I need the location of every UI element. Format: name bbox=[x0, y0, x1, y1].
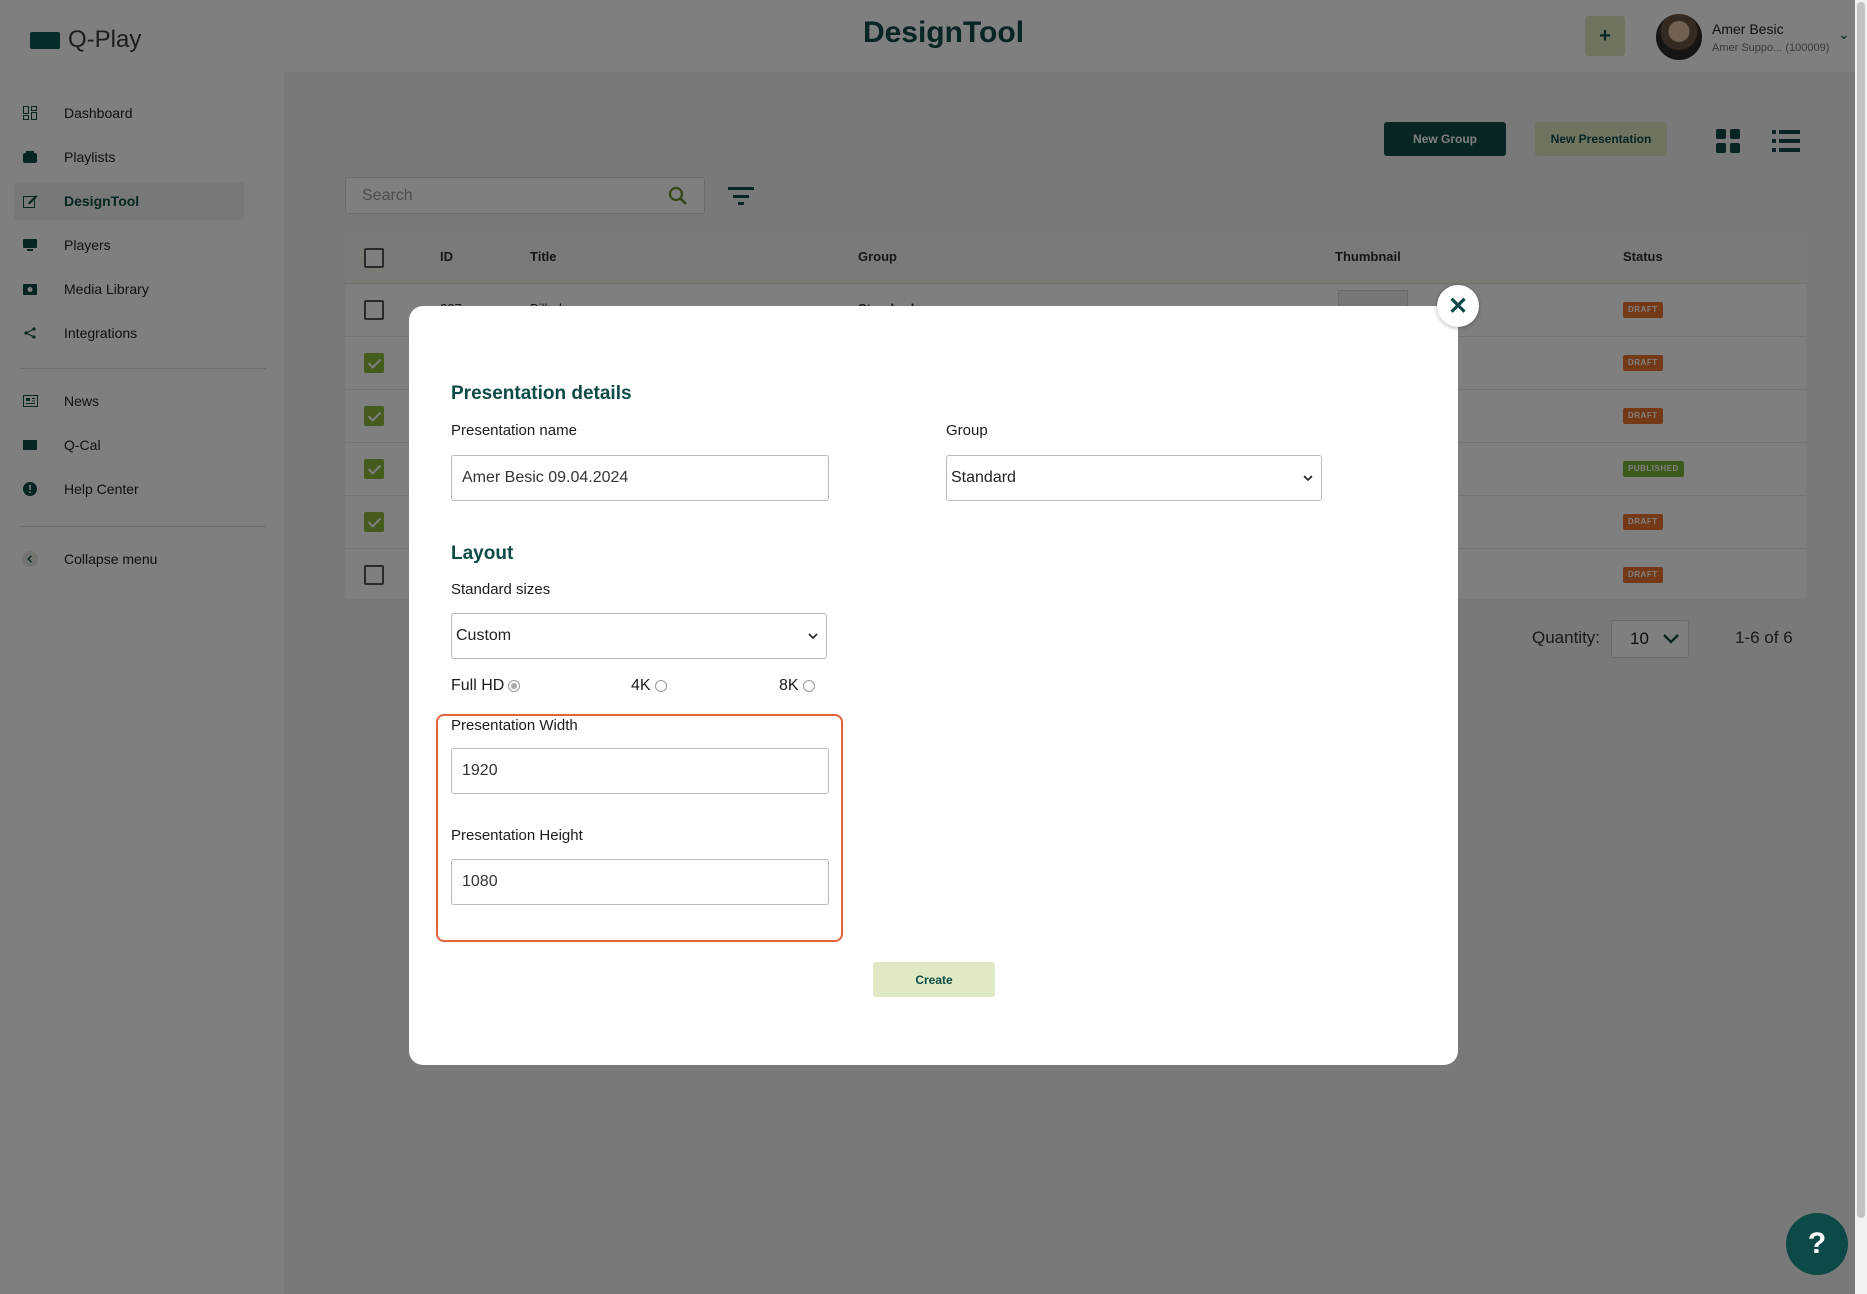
radio-8k[interactable]: 8K bbox=[779, 677, 815, 695]
help-button[interactable]: ? bbox=[1786, 1213, 1848, 1275]
sizes-select-value: Custom bbox=[456, 627, 512, 644]
radio-button[interactable] bbox=[508, 680, 521, 692]
group-label: Group bbox=[946, 422, 988, 439]
layout-heading: Layout bbox=[451, 543, 514, 564]
presentation-width-input[interactable] bbox=[451, 748, 829, 794]
scrollbar-thumb[interactable] bbox=[1857, 2, 1865, 1218]
chevron-down-icon bbox=[808, 627, 818, 645]
radio-label: 4K bbox=[631, 677, 651, 694]
radio-button[interactable] bbox=[654, 680, 667, 692]
radio-4k[interactable]: 4K bbox=[631, 677, 667, 695]
create-button[interactable]: Create bbox=[873, 962, 995, 997]
create-presentation-modal bbox=[409, 306, 1458, 1065]
radio-fullhd[interactable]: Full HD bbox=[451, 677, 521, 695]
height-label: Presentation Height bbox=[451, 827, 583, 844]
sizes-label: Standard sizes bbox=[451, 581, 551, 598]
radio-label: Full HD bbox=[451, 677, 505, 694]
name-label: Presentation name bbox=[451, 422, 577, 439]
standard-sizes-select[interactable]: Custom bbox=[451, 613, 827, 659]
details-heading: Presentation details bbox=[451, 383, 632, 404]
presentation-name-input[interactable] bbox=[451, 455, 829, 501]
group-select-value: Standard bbox=[951, 469, 1016, 486]
group-select[interactable]: Standard bbox=[946, 455, 1322, 501]
presentation-height-input[interactable] bbox=[451, 859, 829, 905]
chevron-down-icon bbox=[1303, 469, 1313, 487]
radio-button[interactable] bbox=[802, 680, 815, 692]
close-icon[interactable]: ✕ bbox=[1437, 285, 1479, 327]
radio-label: 8K bbox=[779, 677, 799, 694]
width-label: Presentation Width bbox=[451, 717, 578, 734]
